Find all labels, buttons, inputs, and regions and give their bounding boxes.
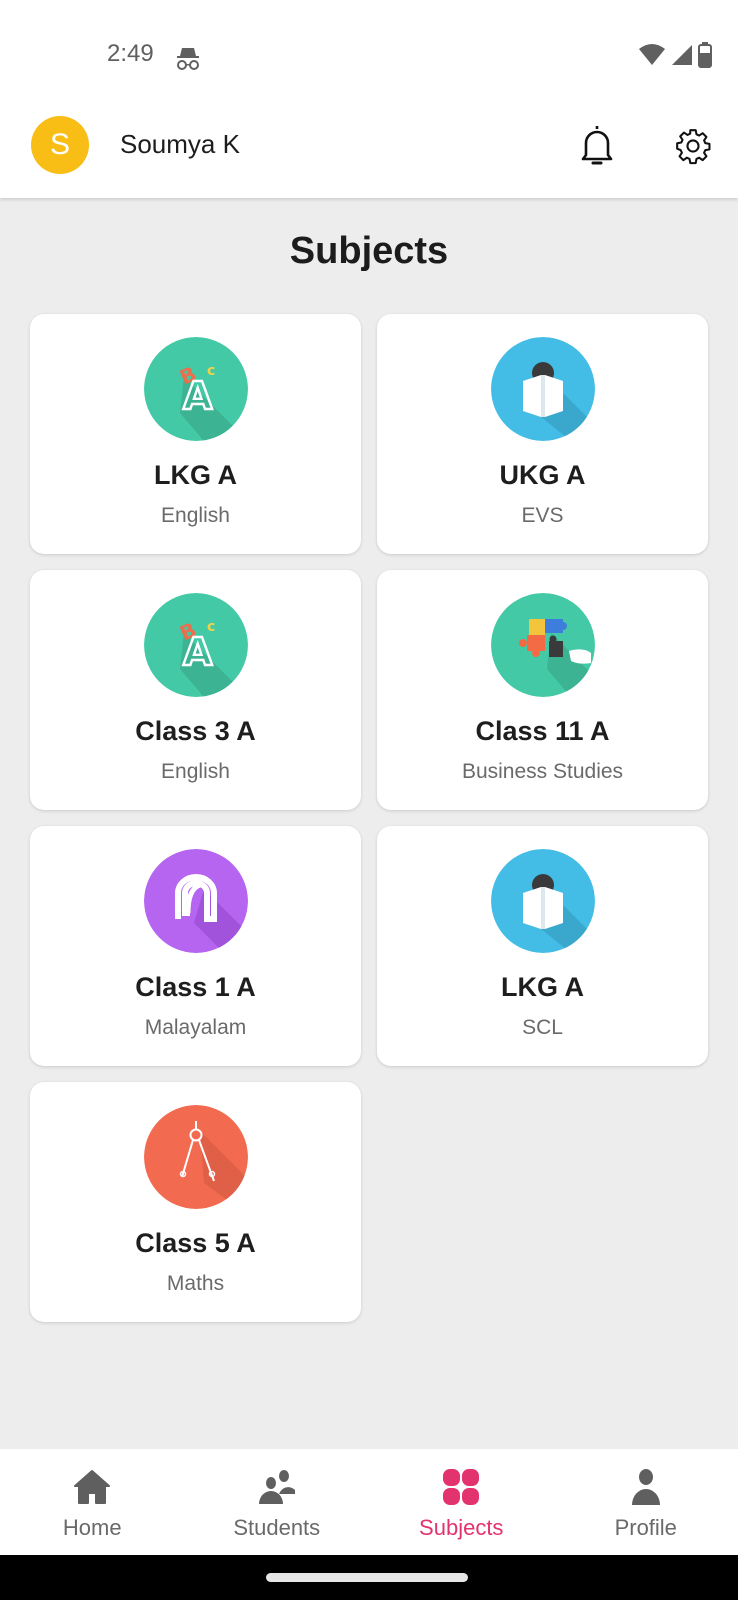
user-name[interactable]: Soumya K [120, 129, 240, 160]
reading-book-icon [491, 849, 595, 953]
home-icon [72, 1467, 112, 1507]
card-subject: Malayalam [144, 1016, 247, 1039]
nav-subjects[interactable]: Subjects [369, 1449, 554, 1555]
card-subject: Business Studies [461, 760, 624, 783]
card-class: UKG A [499, 460, 586, 490]
incognito-icon [174, 44, 202, 72]
status-bar: 2:49 [0, 0, 738, 100]
subjects-grid: BcA LKG A English UKG A EVS BcA Class 3 … [30, 314, 710, 1322]
abc-letters-icon: BcA [144, 593, 248, 697]
card-subject: English [161, 760, 230, 783]
card-class: LKG A [154, 460, 237, 490]
nav-students[interactable]: Students [185, 1449, 370, 1555]
signal-icon [670, 43, 694, 71]
nav-label: Profile [614, 1515, 677, 1540]
avatar[interactable]: S [31, 116, 89, 174]
subject-card[interactable]: Class 11 A Business Studies [377, 570, 708, 810]
battery-icon [698, 42, 712, 72]
svg-text:A: A [183, 630, 213, 674]
subjects-grid-icon [441, 1467, 481, 1507]
students-icon [257, 1467, 297, 1507]
puzzle-icon [491, 593, 595, 697]
subject-card[interactable]: BcA Class 3 A English [30, 570, 361, 810]
abc-letters-icon: BcA [144, 337, 248, 441]
subject-card[interactable]: UKG A EVS [377, 314, 708, 554]
nav-profile[interactable]: Profile [554, 1449, 738, 1555]
nav-home[interactable]: Home [0, 1449, 185, 1555]
card-class: Class 11 A [475, 716, 610, 746]
nav-label: Subjects [419, 1515, 504, 1540]
compass-icon [144, 1105, 248, 1209]
svg-text:A: A [183, 374, 213, 418]
nav-label: Home [62, 1515, 122, 1540]
bell-icon[interactable] [578, 123, 616, 167]
card-subject: Maths [166, 1272, 225, 1295]
card-subject: English [161, 504, 230, 527]
gear-icon[interactable] [674, 127, 712, 165]
status-time: 2:49 [107, 40, 154, 67]
page-title: Subjects [289, 230, 449, 272]
subject-card[interactable]: LKG A SCL [377, 826, 708, 1066]
card-class: Class 1 A [135, 972, 256, 1002]
subject-card[interactable]: Class 5 A Maths [30, 1082, 361, 1322]
profile-icon [626, 1467, 666, 1507]
card-subject: SCL [522, 1016, 563, 1039]
subject-card[interactable]: BcA LKG A English [30, 314, 361, 554]
bottom-nav: Home Students Subjects Profile [0, 1449, 738, 1555]
card-class: Class 3 A [135, 716, 256, 746]
app-header: S Soumya K [0, 100, 738, 198]
nav-label: Students [233, 1515, 321, 1540]
subject-card[interactable]: Class 1 A Malayalam [30, 826, 361, 1066]
card-subject: EVS [521, 504, 564, 527]
malayalam-letter-icon [144, 849, 248, 953]
home-gesture-handle[interactable] [266, 1573, 468, 1582]
card-class: LKG A [501, 972, 584, 1002]
system-navigation-bar [0, 1555, 738, 1600]
card-class: Class 5 A [135, 1228, 256, 1258]
reading-book-icon [491, 337, 595, 441]
wifi-icon [638, 43, 666, 71]
